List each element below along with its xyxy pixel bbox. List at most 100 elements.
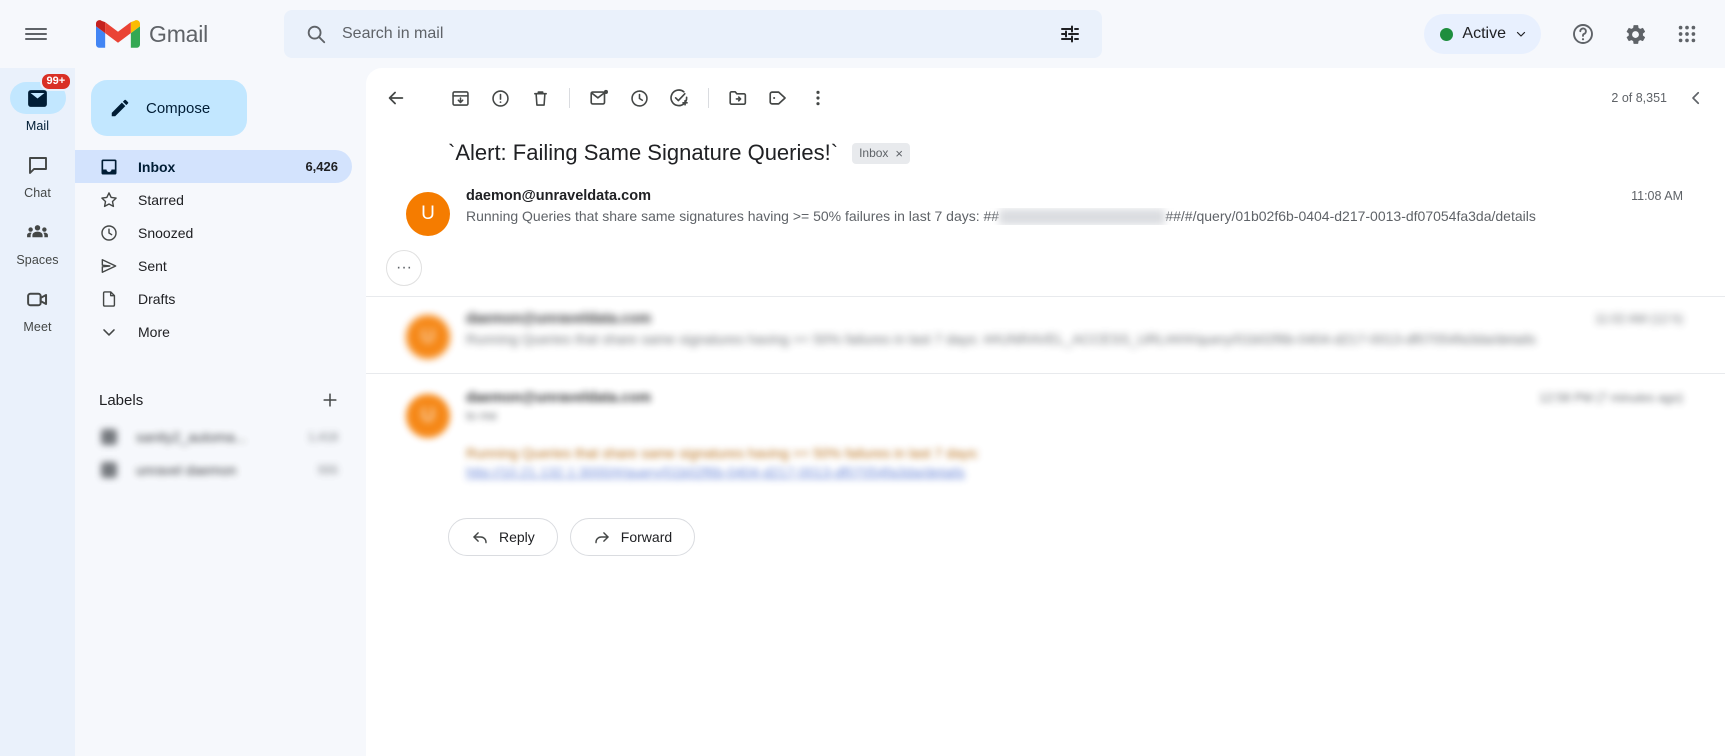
- search-bar[interactable]: [284, 10, 1102, 58]
- message-snippet: Running Queries that share same signatur…: [466, 331, 1536, 347]
- conversation-pager: 2 of 8,351: [1611, 81, 1717, 115]
- label-count: 555: [317, 462, 338, 477]
- status-label: Active: [1462, 25, 1506, 42]
- sender-address: daemon@unraveldata.com: [466, 188, 651, 204]
- close-icon[interactable]: ×: [895, 146, 903, 161]
- rail-label-meet: Meet: [23, 320, 52, 334]
- move-to-icon[interactable]: [718, 78, 758, 118]
- search-options-icon[interactable]: [1050, 14, 1090, 54]
- label-item[interactable]: sanity2_automa... 1,418: [75, 420, 352, 453]
- nav-item-more[interactable]: More: [75, 315, 352, 348]
- message-body-link[interactable]: http://10.21.132.1:3000/#/query/01b02f6b…: [466, 464, 1683, 480]
- star-icon: [99, 190, 119, 210]
- message-time: 11:02 AM (12 h): [1594, 312, 1683, 326]
- mark-as-unread-icon[interactable]: [579, 78, 619, 118]
- nav-sidebar: Compose Inbox 6,426 Starred Snoozed Sent…: [75, 68, 366, 756]
- recipient-line[interactable]: to me: [466, 409, 1683, 423]
- rail-label-mail: Mail: [25, 119, 50, 133]
- clock-icon: [99, 223, 119, 243]
- avatar: U: [406, 315, 450, 359]
- chat-icon: [28, 157, 47, 174]
- nav-item-sent[interactable]: Sent: [75, 249, 352, 282]
- brand-name: Gmail: [149, 20, 209, 47]
- header-actions: Active: [1424, 10, 1725, 58]
- message-snippet: Running Queries that share same signatur…: [466, 208, 1683, 226]
- reply-label: Reply: [499, 529, 535, 545]
- add-to-tasks-icon[interactable]: [659, 78, 699, 118]
- older-icon[interactable]: [1679, 81, 1713, 115]
- app-rail: 99+ Mail Chat Spaces Meet: [0, 68, 75, 756]
- mail-unread-badge: 99+: [39, 72, 73, 91]
- search-icon[interactable]: [296, 14, 336, 54]
- conversation-pane: 2 of 8,351 `Alert: Failing Same Signatur…: [366, 68, 1725, 756]
- forward-label: Forward: [620, 529, 673, 545]
- label-item[interactable]: unravel daemon 555: [75, 453, 352, 486]
- message-body-text: Running Queries that share same signatur…: [466, 445, 980, 461]
- gmail-logo[interactable]: Gmail: [96, 17, 276, 51]
- chip-label: Inbox: [859, 146, 889, 160]
- label-name: unravel daemon: [136, 461, 237, 478]
- rail-item-spaces[interactable]: Spaces: [6, 216, 70, 267]
- message-row[interactable]: U daemon@unraveldata.com 11:08 AM Runnin…: [366, 182, 1725, 236]
- snooze-icon[interactable]: [619, 78, 659, 118]
- search-input[interactable]: [336, 25, 1050, 43]
- rail-item-meet[interactable]: Meet: [6, 283, 70, 334]
- label-color-icon: [101, 428, 117, 445]
- main-menu-button[interactable]: [12, 10, 60, 58]
- back-to-inbox-icon[interactable]: [376, 78, 416, 118]
- conversation-toolbar: 2 of 8,351: [366, 74, 1725, 122]
- chevron-down-icon: [99, 322, 119, 342]
- nav-label-more: More: [138, 323, 170, 340]
- google-apps-icon[interactable]: [1663, 10, 1711, 58]
- send-icon: [99, 256, 119, 276]
- more-options-icon[interactable]: [798, 78, 838, 118]
- create-label-icon[interactable]: [320, 390, 340, 410]
- settings-gear-icon[interactable]: [1611, 10, 1659, 58]
- nav-list: Inbox 6,426 Starred Snoozed Sent Drafts …: [75, 150, 366, 348]
- nav-item-starred[interactable]: Starred: [75, 183, 352, 216]
- message-time: 12:58 PM (7 minutes ago): [1539, 391, 1683, 405]
- message-row[interactable]: U daemon@unraveldata.com 11:02 AM (12 h)…: [366, 297, 1725, 373]
- compose-button[interactable]: Compose: [91, 80, 247, 136]
- spaces-icon: [27, 224, 48, 237]
- redacted-url: UNRAVEL_ACCESS_URL: [999, 209, 1166, 226]
- rail-label-spaces: Spaces: [16, 253, 59, 267]
- labels-header: Labels: [75, 380, 366, 420]
- label-color-icon: [101, 461, 117, 478]
- delete-icon[interactable]: [520, 78, 560, 118]
- draft-icon: [99, 289, 119, 309]
- snippet-prefix: Running Queries that share same signatur…: [466, 208, 1000, 224]
- rail-item-chat[interactable]: Chat: [6, 149, 70, 200]
- nav-label-snoozed: Snoozed: [138, 224, 194, 241]
- report-spam-icon[interactable]: [480, 78, 520, 118]
- toolbar-divider: [708, 88, 709, 108]
- inbox-label-chip[interactable]: Inbox ×: [852, 142, 911, 164]
- nav-item-snoozed[interactable]: Snoozed: [75, 216, 352, 249]
- help-icon[interactable]: [1559, 10, 1607, 58]
- expanded-message: U daemon@unraveldata.com 12:58 PM (7 min…: [366, 374, 1725, 480]
- message-actions: Reply Forward: [366, 480, 1725, 556]
- expand-collapsed-messages-button[interactable]: ···: [386, 250, 422, 286]
- reply-button[interactable]: Reply: [448, 518, 558, 556]
- message-time: 11:08 AM: [1631, 189, 1683, 203]
- sender-address: daemon@unraveldata.com: [466, 311, 651, 327]
- nav-item-drafts[interactable]: Drafts: [75, 282, 352, 315]
- nav-item-inbox[interactable]: Inbox 6,426: [75, 150, 352, 183]
- avatar: U: [406, 394, 450, 438]
- archive-icon[interactable]: [440, 78, 480, 118]
- rail-item-mail[interactable]: 99+ Mail: [6, 72, 73, 133]
- page-title: `Alert: Failing Same Signature Queries!`: [448, 140, 839, 165]
- subject-row: `Alert: Failing Same Signature Queries!`…: [366, 122, 1725, 182]
- nav-label-drafts: Drafts: [138, 290, 176, 307]
- app-header: Gmail Active: [0, 0, 1725, 68]
- gmail-logo-icon: [96, 20, 140, 48]
- snippet-suffix: ##/#/query/01b02f6b-0404-d217-0013-df070…: [1165, 208, 1536, 224]
- labels-icon[interactable]: [758, 78, 798, 118]
- pager-count: 2 of 8,351: [1611, 91, 1667, 105]
- status-active-button[interactable]: Active: [1424, 14, 1541, 54]
- gmail-app: Gmail Active: [0, 0, 1725, 756]
- status-dot-icon: [1440, 27, 1454, 41]
- forward-button[interactable]: Forward: [569, 518, 696, 556]
- chevron-down-icon: [1516, 31, 1526, 37]
- inbox-icon: [99, 157, 119, 177]
